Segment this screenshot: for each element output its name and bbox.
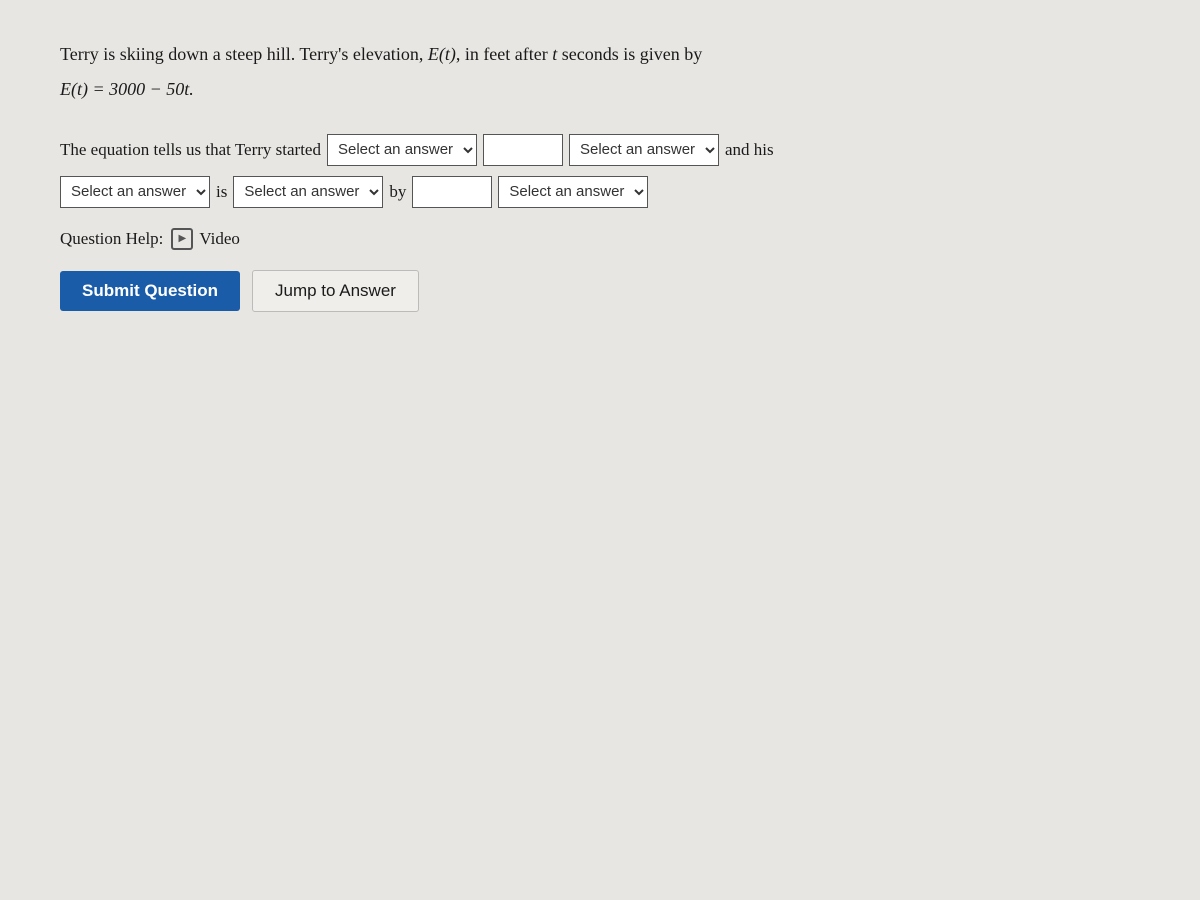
question-help-row: Question Help: ▶ Video: [60, 228, 1140, 250]
video-label: Video: [199, 229, 240, 249]
input-value-1[interactable]: [483, 134, 563, 166]
submit-question-button[interactable]: Submit Question: [60, 271, 240, 311]
video-link[interactable]: ▶ Video: [171, 228, 240, 250]
select-unit-2[interactable]: Select an answer feet feet per second: [498, 176, 648, 208]
problem-statement: Terry is skiing down a steep hill. Terry…: [60, 40, 1140, 104]
math-equation: E(t) = 3000 − 50t.: [60, 79, 194, 99]
question-help-label: Question Help:: [60, 229, 163, 249]
main-container: Terry is skiing down a steep hill. Terry…: [0, 0, 1200, 900]
sentence1-prefix: The equation tells us that Terry started: [60, 140, 321, 160]
sentence1-suffix: and his: [725, 140, 774, 160]
sentence2-is: is: [216, 182, 227, 202]
problem-line1: Terry is skiing down a steep hill. Terry…: [60, 40, 1140, 69]
select-subject[interactable]: Select an answer elevation rate: [60, 176, 210, 208]
problem-line2: E(t) = 3000 − 50t.: [60, 75, 1140, 104]
problem-text-before-math: Terry is skiing down a steep hill. Terry…: [60, 44, 428, 64]
buttons-row: Submit Question Jump to Answer: [60, 270, 1140, 312]
input-value-2[interactable]: [412, 176, 492, 208]
select-started-type[interactable]: Select an answer at an elevation of at a…: [327, 134, 477, 166]
sentence2-by: by: [389, 182, 406, 202]
select-unit-1[interactable]: Select an answer feet feet per second: [569, 134, 719, 166]
play-icon: ▶: [171, 228, 193, 250]
jump-to-answer-button[interactable]: Jump to Answer: [252, 270, 419, 312]
select-direction[interactable]: Select an answer increasing decreasing: [233, 176, 383, 208]
sentence-row-1: The equation tells us that Terry started…: [60, 134, 1140, 166]
sentence-row-2: Select an answer elevation rate is Selec…: [60, 176, 1140, 208]
math-Et: E(t): [428, 44, 456, 64]
problem-text-seconds: seconds is given by: [557, 44, 702, 64]
problem-text-after-Et: , in feet after: [456, 44, 552, 64]
